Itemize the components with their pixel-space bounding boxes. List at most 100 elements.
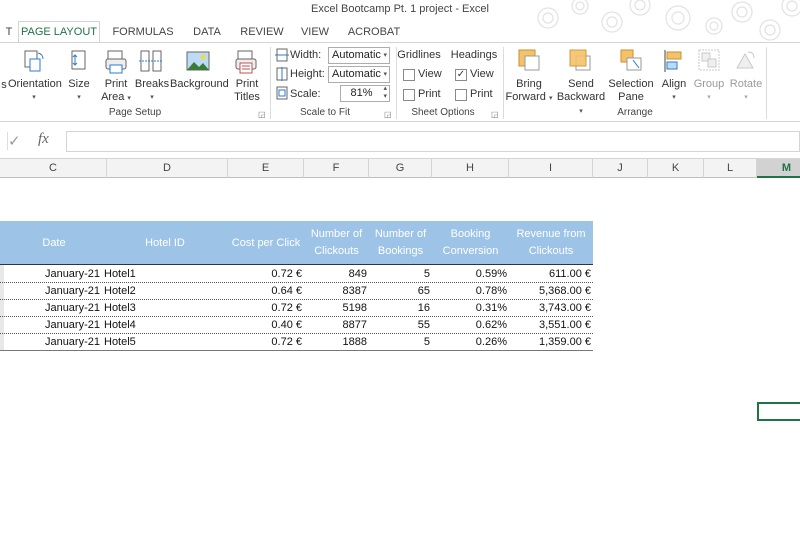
column-header-k[interactable]: K xyxy=(648,159,704,178)
scale-spinner[interactable]: 81% ▴ ▾ xyxy=(340,85,390,102)
height-select[interactable]: Automatic ▾ xyxy=(328,66,390,83)
column-header-g[interactable]: G xyxy=(369,159,432,178)
print-area-label-line1[interactable]: Print xyxy=(96,78,136,91)
orientation-dropdown-icon[interactable]: ▾ xyxy=(8,91,60,104)
group-button[interactable]: Group xyxy=(690,78,728,91)
header-cost-per-click[interactable]: Cost per Click xyxy=(228,221,304,265)
tab-review[interactable]: REVIEW xyxy=(236,23,288,43)
print-area-label-line2[interactable]: Area ▾ xyxy=(96,91,136,105)
insert-function-icon[interactable]: fx xyxy=(38,131,49,148)
selection-pane-label-line2[interactable]: Pane xyxy=(606,91,656,104)
header-booking-conversion[interactable]: Booking Conversion xyxy=(432,221,509,265)
cell-cost-per-click[interactable]: 0.40 € xyxy=(228,318,302,333)
size-button[interactable]: Size xyxy=(64,78,94,91)
cell-bookings[interactable]: 55 xyxy=(369,318,430,333)
align-icon[interactable] xyxy=(662,48,686,74)
headings-print-checkbox[interactable] xyxy=(455,89,467,101)
cell-clickouts[interactable]: 5198 xyxy=(304,301,367,316)
cell-bookings[interactable]: 16 xyxy=(369,301,430,316)
bring-forward-label-line1[interactable]: Bring xyxy=(504,78,554,91)
column-header-h[interactable]: H xyxy=(432,159,509,178)
cell-conversion[interactable]: 0.78% xyxy=(432,284,507,299)
cell-clickouts[interactable]: 849 xyxy=(304,267,367,282)
cell-hotel-id[interactable]: Hotel1 xyxy=(104,267,224,282)
cell-bookings[interactable]: 5 xyxy=(369,335,430,350)
column-header-d[interactable]: D xyxy=(107,159,228,178)
width-select[interactable]: Automatic ▾ xyxy=(328,47,390,64)
tab-formulas[interactable]: FORMULAS xyxy=(106,23,180,43)
breaks-button[interactable]: Breaks xyxy=(134,78,170,91)
cell-clickouts[interactable]: 8387 xyxy=(304,284,367,299)
formula-input[interactable] xyxy=(66,131,800,152)
header-hotel-id[interactable]: Hotel ID xyxy=(106,221,224,265)
cell-revenue[interactable]: 3,743.00 € xyxy=(509,301,591,316)
align-dropdown-icon[interactable]: ▾ xyxy=(656,91,692,104)
cell-hotel-id[interactable]: Hotel2 xyxy=(104,284,224,299)
header-number-of-bookings[interactable]: Number of Bookings xyxy=(369,221,432,265)
cell-clickouts[interactable]: 8877 xyxy=(304,318,367,333)
rotate-button[interactable]: Rotate xyxy=(726,78,766,91)
cell-hotel-id[interactable]: Hotel4 xyxy=(104,318,224,333)
cell-date[interactable]: January-21 xyxy=(8,301,100,316)
group-dropdown-icon[interactable]: ▾ xyxy=(690,91,728,104)
cell-cost-per-click[interactable]: 0.72 € xyxy=(228,267,302,282)
cell-date[interactable]: January-21 xyxy=(8,318,100,333)
cell-bookings[interactable]: 5 xyxy=(369,267,430,282)
align-button[interactable]: Align xyxy=(656,78,692,91)
background-icon[interactable] xyxy=(186,49,210,75)
active-cell-selection[interactable] xyxy=(757,402,800,421)
bring-forward-icon[interactable] xyxy=(517,48,541,74)
column-header-l[interactable]: L xyxy=(704,159,757,178)
column-header-c[interactable]: C xyxy=(0,159,107,178)
orientation-button[interactable]: Orientation xyxy=(8,78,62,91)
tab-acrobat[interactable]: ACROBAT xyxy=(342,23,406,43)
cell-conversion[interactable]: 0.62% xyxy=(432,318,507,333)
cell-cost-per-click[interactable]: 0.72 € xyxy=(228,301,302,316)
breaks-dropdown-icon[interactable]: ▾ xyxy=(134,91,170,104)
page-setup-launcher-icon[interactable]: ◲ xyxy=(258,110,266,119)
column-header-j[interactable]: J xyxy=(593,159,648,178)
gridlines-print-checkbox[interactable] xyxy=(403,89,415,101)
print-titles-label-line1[interactable]: Print xyxy=(228,78,266,91)
header-date[interactable]: Date xyxy=(8,221,100,265)
background-button[interactable]: Background xyxy=(170,78,229,91)
cell-conversion[interactable]: 0.59% xyxy=(432,267,507,282)
selection-pane-label-line1[interactable]: Selection xyxy=(606,78,656,91)
bring-forward-label-line2[interactable]: Forward ▾ xyxy=(504,91,554,105)
sheet-options-launcher-icon[interactable]: ◲ xyxy=(491,110,499,119)
cell-cost-per-click[interactable]: 0.72 € xyxy=(228,335,302,350)
gridlines-view-checkbox[interactable] xyxy=(403,69,415,81)
orientation-icon[interactable] xyxy=(22,49,44,75)
header-number-of-clickouts[interactable]: Number of Clickouts xyxy=(304,221,369,265)
cell-conversion[interactable]: 0.31% xyxy=(432,301,507,316)
column-header-e[interactable]: E xyxy=(228,159,304,178)
headings-view-checkbox[interactable]: ✓ xyxy=(455,69,467,81)
cell-bookings[interactable]: 65 xyxy=(369,284,430,299)
header-revenue-from-clickouts[interactable]: Revenue from Clickouts xyxy=(509,221,593,265)
rotate-dropdown-icon[interactable]: ▾ xyxy=(726,91,766,104)
cell-cost-per-click[interactable]: 0.64 € xyxy=(228,284,302,299)
cell-conversion[interactable]: 0.26% xyxy=(432,335,507,350)
cell-revenue[interactable]: 5,368.00 € xyxy=(509,284,591,299)
size-dropdown-icon[interactable]: ▾ xyxy=(64,91,94,104)
scale-to-fit-launcher-icon[interactable]: ◲ xyxy=(384,110,392,119)
print-titles-label-line2[interactable]: Titles xyxy=(228,91,266,104)
print-titles-icon[interactable] xyxy=(234,49,258,75)
cell-hotel-id[interactable]: Hotel3 xyxy=(104,301,224,316)
tab-page-layout[interactable]: PAGE LAYOUT xyxy=(18,21,100,43)
cell-hotel-id[interactable]: Hotel5 xyxy=(104,335,224,350)
tab-data[interactable]: DATA xyxy=(186,23,228,43)
column-header-f[interactable]: F xyxy=(304,159,369,178)
cell-revenue[interactable]: 611.00 € xyxy=(509,267,591,282)
selection-pane-icon[interactable] xyxy=(619,48,643,74)
cell-clickouts[interactable]: 1888 xyxy=(304,335,367,350)
cell-date[interactable]: January-21 xyxy=(8,267,100,282)
tab-view[interactable]: VIEW xyxy=(296,23,334,43)
print-area-icon[interactable] xyxy=(104,49,128,75)
tab-partial[interactable]: T xyxy=(0,23,18,43)
send-backward-icon[interactable] xyxy=(568,48,592,74)
enter-check-icon[interactable]: ✓ xyxy=(8,132,21,150)
cell-date[interactable]: January-21 xyxy=(8,335,100,350)
rotate-icon[interactable] xyxy=(734,48,758,74)
cell-date[interactable]: January-21 xyxy=(8,284,100,299)
